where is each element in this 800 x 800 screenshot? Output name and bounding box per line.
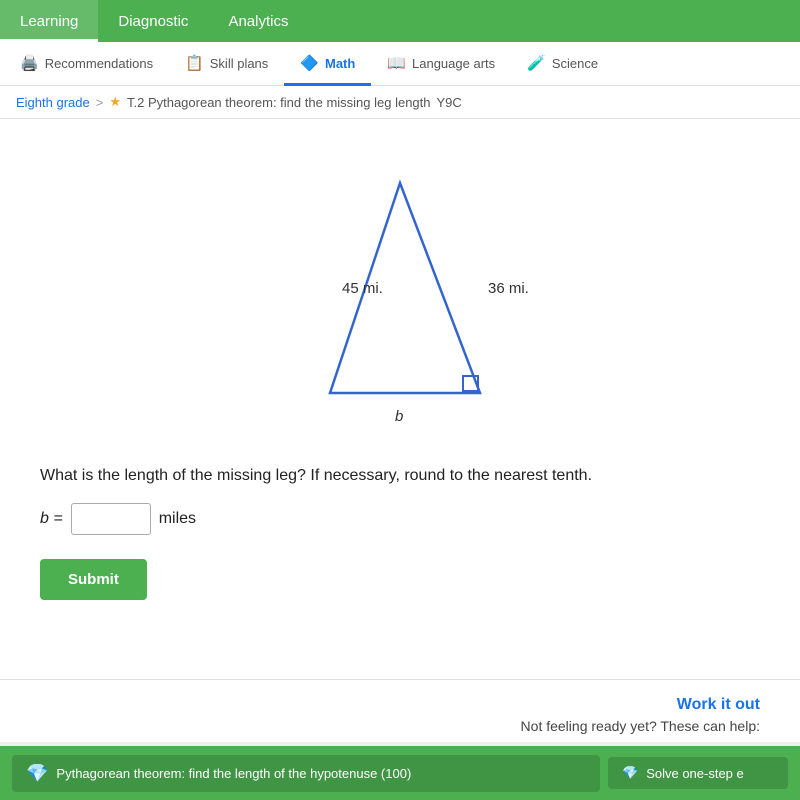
tab-skill-plans[interactable]: 📋 Skill plans [169, 43, 284, 86]
bottom-link-1[interactable]: 💎 Pythagorean theorem: find the length o… [12, 755, 600, 792]
tab-language-arts[interactable]: 📖 Language arts [371, 43, 511, 86]
answer-input[interactable] [71, 503, 151, 535]
diamond-icon-2: 💎 [622, 765, 638, 781]
nav-learning[interactable]: Learning [0, 0, 98, 42]
tab-math-label: Math [325, 56, 355, 71]
tab-skill-plans-label: Skill plans [210, 56, 269, 71]
breadcrumb-star-icon: ★ [109, 94, 121, 110]
tab-recommendations[interactable]: 🖨️ Recommendations [4, 43, 169, 86]
bottom-link-2[interactable]: 💎 Solve one-step e [608, 757, 788, 789]
nav-analytics[interactable]: Analytics [208, 0, 308, 42]
language-arts-icon: 📖 [387, 54, 406, 72]
breadcrumb-skill: T.2 Pythagorean theorem: find the missin… [127, 95, 431, 110]
question-text: What is the length of the missing leg? I… [40, 467, 760, 485]
breadcrumb-grade[interactable]: Eighth grade [16, 95, 90, 110]
breadcrumb-code: Y9C [437, 95, 462, 110]
svg-text:45 mi.: 45 mi. [342, 280, 383, 297]
science-icon: 🧪 [527, 54, 546, 72]
triangle-svg: 45 mi. 36 mi. b [270, 163, 530, 443]
skill-plans-icon: 📋 [185, 54, 204, 72]
bottom-link-1-label: Pythagorean theorem: find the length of … [56, 766, 411, 781]
main-content: 45 mi. 36 mi. b What is the length of th… [0, 119, 800, 679]
triangle-diagram: 45 mi. 36 mi. b [40, 163, 760, 443]
tab-recommendations-label: Recommendations [45, 56, 153, 71]
nav-learning-label: Learning [20, 13, 78, 30]
tab-science-label: Science [552, 56, 598, 71]
svg-text:b: b [395, 408, 403, 425]
submit-button[interactable]: Submit [40, 559, 147, 600]
diamond-icon-1: 💎 [26, 763, 48, 784]
work-it-out-section: Work it out Not feeling ready yet? These… [0, 679, 800, 742]
breadcrumb: Eighth grade > ★ T.2 Pythagorean theorem… [0, 86, 800, 119]
answer-label: b = [40, 510, 63, 528]
tab-science[interactable]: 🧪 Science [511, 43, 614, 86]
work-it-out-text: Not feeling ready yet? These can help: [40, 718, 760, 734]
top-nav: Learning Diagnostic Analytics [0, 0, 800, 42]
nav-analytics-label: Analytics [228, 13, 288, 30]
math-icon: 🔷 [300, 54, 319, 72]
answer-unit: miles [159, 510, 196, 528]
breadcrumb-separator: > [96, 95, 104, 110]
nav-diagnostic[interactable]: Diagnostic [98, 0, 208, 42]
svg-text:36 mi.: 36 mi. [488, 280, 529, 297]
answer-row: b = miles [40, 503, 760, 535]
tab-math[interactable]: 🔷 Math [284, 43, 371, 86]
bottom-bar: 💎 Pythagorean theorem: find the length o… [0, 746, 800, 800]
nav-diagnostic-label: Diagnostic [118, 13, 188, 30]
tab-language-arts-label: Language arts [412, 56, 495, 71]
sub-nav: 🖨️ Recommendations 📋 Skill plans 🔷 Math … [0, 42, 800, 86]
recommendations-icon: 🖨️ [20, 54, 39, 72]
work-it-out-title: Work it out [40, 696, 760, 714]
bottom-link-2-label: Solve one-step e [646, 766, 744, 781]
